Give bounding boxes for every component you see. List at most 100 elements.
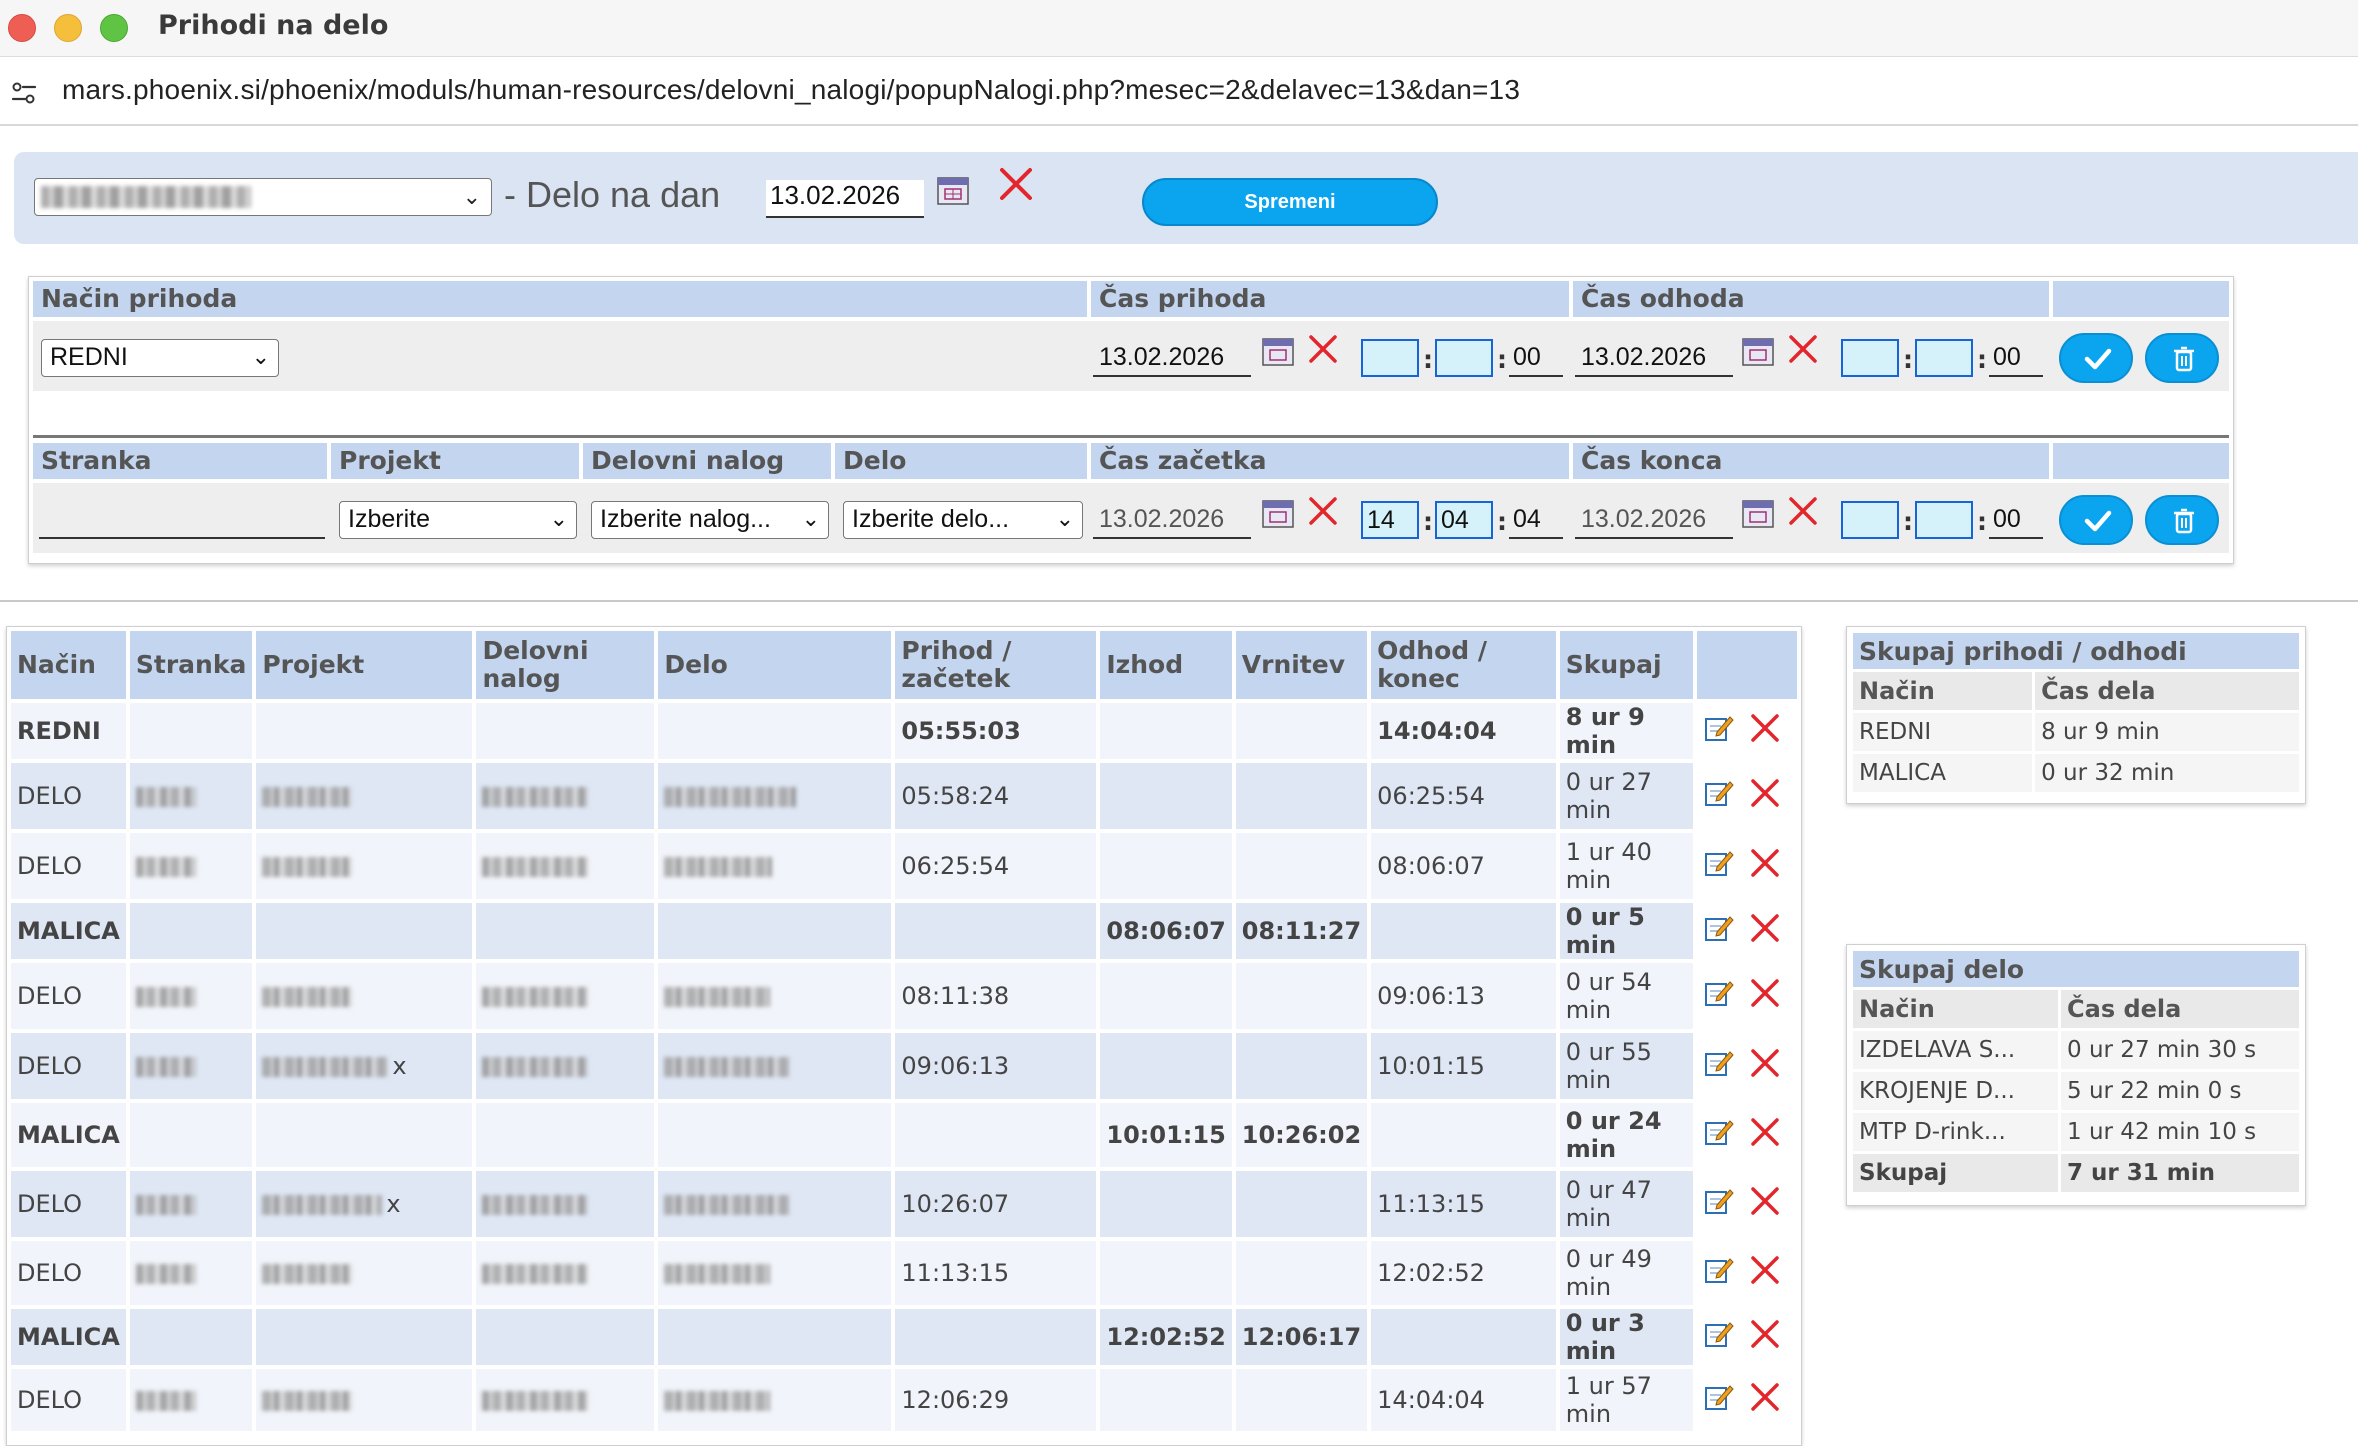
cell-method: DELO: [11, 763, 126, 829]
chevron-down-icon: ⌄: [549, 506, 568, 531]
project-select[interactable]: Izberite ⌄: [339, 501, 577, 539]
cell-return: 10:26:02: [1235, 1103, 1368, 1167]
col-arrival[interactable]: Prihod / začetek: [895, 631, 1097, 699]
start-date-input[interactable]: 13.02.2026: [1093, 499, 1251, 539]
edit-icon[interactable]: [1703, 847, 1735, 885]
client-input[interactable]: [39, 499, 325, 539]
clear-departure-icon[interactable]: [1787, 333, 1819, 365]
calendar-icon[interactable]: [1261, 497, 1295, 529]
delete-icon[interactable]: [1749, 847, 1781, 885]
col-client[interactable]: Stranka: [129, 631, 253, 699]
cell-work-order: [476, 1369, 655, 1431]
edit-icon[interactable]: [1703, 912, 1735, 950]
cell-method: MALICA: [11, 1103, 126, 1167]
confirm-work-button[interactable]: [2059, 495, 2133, 545]
end-date-input[interactable]: 13.02.2026: [1575, 499, 1733, 539]
day-date-input[interactable]: 13.02.2026: [766, 180, 924, 218]
cell-client: [129, 1241, 253, 1305]
col-departure[interactable]: Odhod / konec: [1371, 631, 1556, 699]
col-exit[interactable]: Izhod: [1100, 631, 1232, 699]
departure-hour-input[interactable]: [1841, 339, 1899, 377]
redacted-text: [664, 787, 797, 807]
confirm-arrival-button[interactable]: [2059, 333, 2133, 383]
redacted-text: [664, 1195, 791, 1215]
arrival-method-select[interactable]: REDNI ⌄: [41, 339, 279, 377]
col-method[interactable]: Način: [11, 631, 126, 699]
cell-arrival: [895, 903, 1097, 959]
delete-icon[interactable]: [1749, 1185, 1781, 1223]
delete-icon[interactable]: [1749, 1254, 1781, 1292]
cell-work: [658, 963, 892, 1029]
delete-icon[interactable]: [1749, 1318, 1781, 1356]
clear-start-icon[interactable]: [1307, 495, 1339, 527]
edit-icon[interactable]: [1703, 1185, 1735, 1223]
col-project[interactable]: Projekt: [256, 631, 473, 699]
clear-arrival-icon[interactable]: [1307, 333, 1339, 365]
redacted-text: [135, 1391, 196, 1411]
summary-total-label: Skupaj: [1853, 1154, 2059, 1192]
change-button[interactable]: Spremeni: [1142, 178, 1438, 226]
cell-arrival: 06:25:54: [895, 833, 1097, 899]
end-minute-input[interactable]: [1915, 501, 1973, 539]
arrival-date-input[interactable]: 13.02.2026: [1093, 337, 1251, 377]
site-settings-icon[interactable]: [10, 79, 38, 107]
calendar-icon[interactable]: [1741, 497, 1775, 529]
arrival-minute-input[interactable]: [1435, 339, 1493, 377]
cell-work-order: [476, 1309, 655, 1365]
close-window-button[interactable]: [8, 14, 36, 42]
minimize-window-button[interactable]: [54, 14, 82, 42]
edit-icon[interactable]: [1703, 977, 1735, 1015]
chevron-down-icon: ⌄: [1055, 506, 1074, 531]
cell-exit: [1100, 1369, 1232, 1431]
delete-icon[interactable]: [1749, 712, 1781, 750]
work-order-select[interactable]: Izberite nalog... ⌄: [591, 501, 829, 539]
col-work[interactable]: Delo: [658, 631, 892, 699]
edit-icon[interactable]: [1703, 1254, 1735, 1292]
clear-end-icon[interactable]: [1787, 495, 1819, 527]
start-hour-input[interactable]: 14: [1361, 501, 1419, 539]
departure-minute-input[interactable]: [1915, 339, 1973, 377]
end-seconds-input[interactable]: 00: [1989, 499, 2043, 539]
col-work-order[interactable]: Delovni nalog: [476, 631, 655, 699]
delete-arrival-button[interactable]: [2145, 333, 2219, 383]
summary-row: KROJENJE D... 5 ur 22 min 0 s: [1853, 1072, 2299, 1110]
calendar-icon[interactable]: [1741, 335, 1775, 367]
edit-icon[interactable]: [1703, 712, 1735, 750]
cell-method: DELO: [11, 833, 126, 899]
calendar-icon[interactable]: [1261, 335, 1295, 367]
cell-exit: 08:06:07: [1100, 903, 1232, 959]
start-minute-input[interactable]: 04: [1435, 501, 1493, 539]
delete-work-button[interactable]: [2145, 495, 2219, 545]
work-select[interactable]: Izberite delo... ⌄: [843, 501, 1083, 539]
edit-icon[interactable]: [1703, 1116, 1735, 1154]
url-text[interactable]: mars.phoenix.si/phoenix/moduls/human-res…: [62, 74, 1520, 106]
end-hour-input[interactable]: [1841, 501, 1899, 539]
calendar-icon[interactable]: [936, 174, 970, 206]
edit-icon[interactable]: [1703, 1381, 1735, 1419]
col-return[interactable]: Vrnitev: [1235, 631, 1368, 699]
delete-icon[interactable]: [1749, 1116, 1781, 1154]
project-select-value: Izberite: [348, 505, 430, 533]
arrival-hour-input[interactable]: [1361, 339, 1419, 377]
start-seconds-input[interactable]: 04: [1509, 499, 1563, 539]
arrival-seconds-input[interactable]: 00: [1509, 337, 1563, 377]
delete-icon[interactable]: [1749, 777, 1781, 815]
address-bar[interactable]: mars.phoenix.si/phoenix/moduls/human-res…: [0, 56, 2358, 126]
delete-icon[interactable]: [1749, 912, 1781, 950]
delete-icon[interactable]: [1749, 1047, 1781, 1085]
cell-project: [256, 1369, 473, 1431]
delete-icon[interactable]: [1749, 977, 1781, 1015]
time-separator: :: [1977, 345, 1987, 374]
edit-icon[interactable]: [1703, 1318, 1735, 1356]
edit-icon[interactable]: [1703, 777, 1735, 815]
maximize-window-button[interactable]: [100, 14, 128, 42]
col-total[interactable]: Skupaj: [1559, 631, 1694, 699]
departure-seconds-input[interactable]: 00: [1989, 337, 2043, 377]
worker-select[interactable]: ⌄: [34, 178, 492, 216]
departure-date-input[interactable]: 13.02.2026: [1575, 337, 1733, 377]
summary-row: REDNI 8 ur 9 min: [1853, 713, 2299, 751]
redacted-text: [262, 1057, 389, 1077]
delete-icon[interactable]: [1749, 1381, 1781, 1419]
clear-date-icon[interactable]: [998, 166, 1034, 202]
edit-icon[interactable]: [1703, 1047, 1735, 1085]
